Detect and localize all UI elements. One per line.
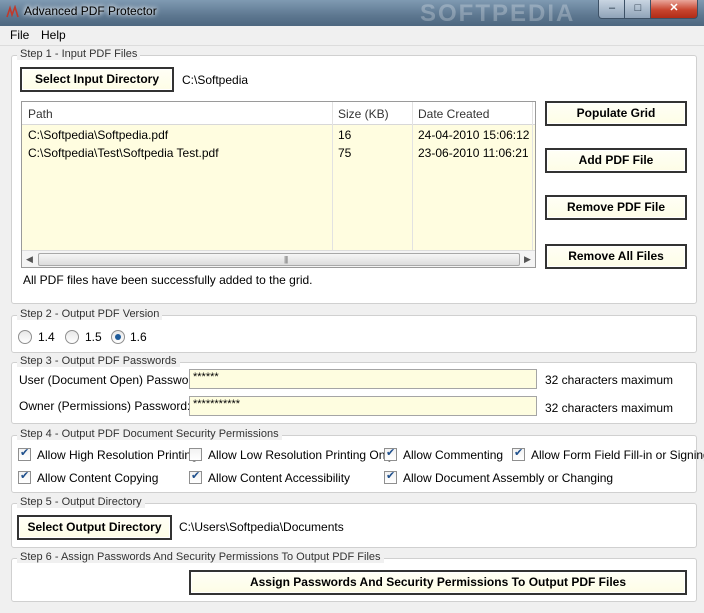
- version-radio-1-4[interactable]: [18, 330, 32, 344]
- perm-label: Allow Content Copying: [37, 471, 159, 485]
- cell-date: 24-04-2010 15:06:12: [418, 128, 530, 142]
- perm-checkbox-content-accessibility[interactable]: [189, 469, 202, 484]
- user-password-label: User (Document Open) Password:: [19, 373, 203, 387]
- grid-header: Path Size (KB) Date Created: [22, 102, 535, 125]
- scroll-thumb[interactable]: |||: [38, 253, 520, 266]
- status-message: All PDF files have been successfully add…: [23, 273, 313, 287]
- perm-checkbox-low-res-printing[interactable]: [189, 448, 202, 461]
- step4-legend: Step 4 - Output PDF Document Security Pe…: [17, 428, 282, 440]
- grid-header-size[interactable]: Size (KB): [338, 107, 389, 121]
- owner-password-hint: 32 characters maximum: [545, 401, 674, 415]
- minimize-button[interactable]: –: [598, 0, 626, 19]
- step2-legend: Step 2 - Output PDF Version: [17, 308, 163, 320]
- grip-icon: |||: [284, 255, 288, 264]
- window-title: Advanced PDF Protector: [24, 4, 157, 18]
- version-label: 1.4: [38, 330, 55, 344]
- user-password-input[interactable]: ******: [189, 369, 537, 389]
- cell-date: 23-06-2010 11:06:21: [418, 146, 529, 160]
- perm-checkbox-commenting[interactable]: [384, 446, 397, 461]
- watermark: SOFTPEDIA: [420, 0, 576, 27]
- owner-password-input[interactable]: ***********: [189, 396, 537, 416]
- step5-legend: Step 5 - Output Directory: [17, 496, 145, 508]
- select-input-directory-button[interactable]: Select Input Directory: [20, 67, 174, 92]
- remove-pdf-file-button[interactable]: Remove PDF File: [545, 195, 687, 220]
- perm-label: Allow Content Accessibility: [208, 471, 351, 485]
- grid-header-date[interactable]: Date Created: [418, 107, 489, 121]
- remove-all-files-button[interactable]: Remove All Files: [545, 244, 687, 269]
- perm-label: Allow Commenting: [403, 448, 504, 462]
- select-output-directory-button[interactable]: Select Output Directory: [17, 515, 172, 540]
- cell-path: C:\Softpedia\Softpedia.pdf: [28, 128, 169, 142]
- cell-size: 16: [338, 128, 352, 142]
- close-button[interactable]: ✕: [650, 0, 698, 19]
- scroll-right-icon[interactable]: ▶: [524, 254, 531, 265]
- add-pdf-file-button[interactable]: Add PDF File: [545, 148, 687, 173]
- step6-legend: Step 6 - Assign Passwords And Security P…: [17, 551, 384, 563]
- user-password-hint: 32 characters maximum: [545, 373, 674, 387]
- perm-checkbox-form-fill[interactable]: [512, 446, 525, 461]
- app-icon: [6, 5, 19, 18]
- output-directory-path: C:\Users\Softpedia\Documents: [179, 520, 344, 534]
- perm-label: Allow Form Field Fill-in or Signing: [531, 448, 704, 462]
- perm-label: Allow High Resolution Printing: [37, 448, 198, 462]
- version-label: 1.5: [85, 330, 102, 344]
- input-directory-path: C:\Softpedia: [182, 73, 249, 87]
- menu-help[interactable]: Help: [41, 28, 66, 42]
- menu-file[interactable]: File: [10, 28, 29, 42]
- horizontal-scrollbar[interactable]: ◀ ||| ▶: [22, 250, 535, 267]
- perm-label: Allow Document Assembly or Changing: [403, 471, 614, 485]
- cell-size: 75: [338, 146, 352, 160]
- assign-passwords-button[interactable]: Assign Passwords And Security Permission…: [189, 570, 687, 595]
- perm-label: Allow Low Resolution Printing Only: [208, 448, 395, 462]
- title-bar: Advanced PDF Protector SOFTPEDIA – □ ✕: [0, 0, 704, 27]
- version-label: 1.6: [130, 330, 147, 344]
- menu-bar: File Help: [0, 26, 704, 46]
- owner-password-label: Owner (Permissions) Password:: [19, 399, 191, 413]
- scroll-left-icon[interactable]: ◀: [26, 254, 33, 265]
- populate-grid-button[interactable]: Populate Grid: [545, 101, 687, 126]
- table-row[interactable]: C:\Softpedia\Softpedia.pdf 16 24-04-2010…: [22, 126, 535, 143]
- version-radio-1-5[interactable]: [65, 330, 79, 344]
- file-grid[interactable]: Path Size (KB) Date Created C:\Softpedia…: [21, 101, 536, 268]
- step1-legend: Step 1 - Input PDF Files: [17, 48, 141, 60]
- table-row[interactable]: C:\Softpedia\Test\Softpedia Test.pdf 75 …: [22, 144, 535, 161]
- grid-header-path[interactable]: Path: [28, 107, 53, 121]
- perm-checkbox-document-assembly[interactable]: [384, 469, 397, 484]
- step3-legend: Step 3 - Output PDF Passwords: [17, 355, 180, 367]
- version-radio-1-6[interactable]: [111, 330, 125, 344]
- maximize-button[interactable]: □: [624, 0, 652, 19]
- perm-checkbox-high-res-printing[interactable]: [18, 446, 31, 461]
- perm-checkbox-content-copying[interactable]: [18, 469, 31, 484]
- cell-path: C:\Softpedia\Test\Softpedia Test.pdf: [28, 146, 219, 160]
